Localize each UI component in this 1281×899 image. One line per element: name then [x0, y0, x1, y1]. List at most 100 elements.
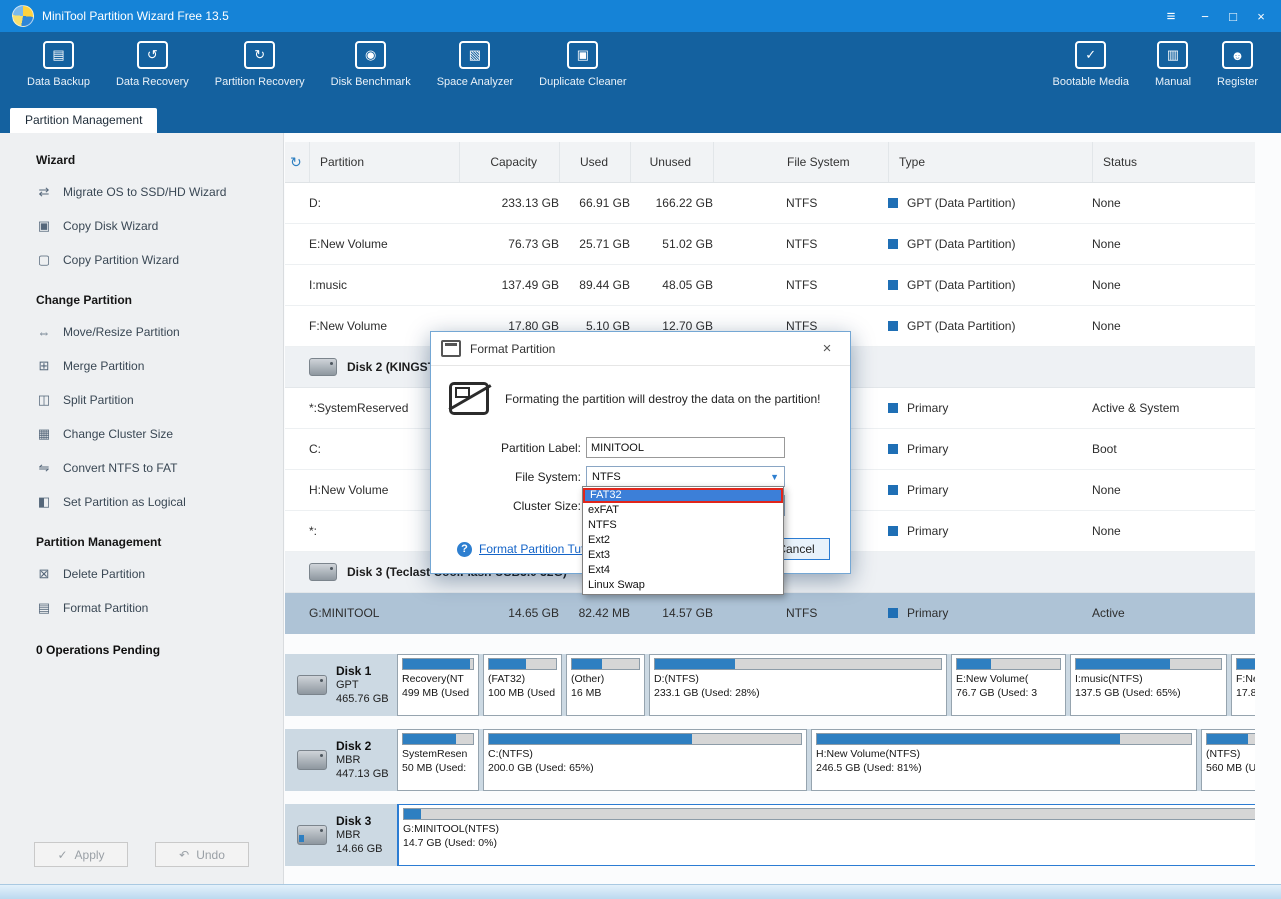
status-bar — [0, 884, 1281, 899]
usage-bar — [654, 658, 942, 670]
sidebar-item-copy-disk-wizard[interactable]: ▣ Copy Disk Wizard — [0, 209, 283, 243]
cluster-size-icon: ▦ — [37, 426, 51, 441]
toolbar-item-data-backup[interactable]: ▤ Data Backup — [14, 37, 103, 88]
partition-label-input[interactable] — [586, 437, 785, 458]
column-header-unused[interactable]: Unused — [630, 142, 713, 182]
diskmap-partition[interactable]: F:New Volum17.8 GB (Use — [1231, 654, 1255, 716]
toolbar-item-bootable-media[interactable]: ✓ Bootable Media — [1040, 37, 1142, 88]
maximize-button[interactable]: □ — [1219, 0, 1247, 32]
disk-strip-disk-1: Disk 1 GPT 465.76 GB Recovery(NT 499 MB (Use… — [285, 654, 1255, 716]
dropdown-option-ntfs[interactable]: NTFS — [583, 518, 783, 533]
partition-size: 137.5 GB (Used: 65%) — [1075, 686, 1181, 699]
partition-name: Recovery(NT — [402, 673, 464, 685]
diskmap-partition[interactable]: I:music(NTFS) 137.5 GB (Used: 65%) — [1070, 654, 1227, 716]
partition-name: E:New Volume( — [956, 673, 1029, 685]
column-header-file-system[interactable]: File System — [713, 142, 888, 182]
toolbar-item-duplicate-cleaner[interactable]: ▣ Duplicate Cleaner — [526, 37, 639, 88]
column-header-partition[interactable]: Partition — [309, 142, 459, 182]
column-header-used[interactable]: Used — [559, 142, 630, 182]
diskmap-partition[interactable]: (NTFS)560 MB (Use — [1201, 729, 1255, 791]
usage-bar-fill — [957, 659, 991, 669]
toolbar-item-manual[interactable]: ▥ Manual — [1142, 37, 1204, 88]
warning-text: Formating the partition will destroy the… — [505, 391, 821, 406]
usage-bar — [1206, 733, 1255, 745]
diskmap-partition[interactable]: (Other) 16 MB — [566, 654, 645, 716]
dropdown-option-ext2[interactable]: Ext2 — [583, 533, 783, 548]
cell-unused: 48.05 GB — [662, 278, 713, 292]
partition-name: SystemResen — [402, 748, 468, 760]
tab-partition-management[interactable]: Partition Management — [10, 108, 158, 133]
warning-row: Formating the partition will destroy the… — [441, 378, 840, 429]
sidebar-item-change-cluster-size[interactable]: ▦ Change Cluster Size — [0, 417, 283, 451]
toolbar-item-label: Space Analyzer — [436, 76, 514, 88]
toolbar-item-data-recovery[interactable]: ↺ Data Recovery — [103, 37, 202, 88]
dropdown-option-linux-swap[interactable]: Linux Swap — [583, 578, 783, 593]
apply-button[interactable]: ✓ Apply — [34, 842, 128, 867]
hamburger-menu-icon[interactable]: ≡ — [1157, 0, 1185, 32]
usage-bar-fill — [655, 659, 736, 669]
dropdown-option-exfat[interactable]: exFAT — [583, 503, 783, 518]
diskmap-partition[interactable]: H:New Volume(NTFS) 246.5 GB (Used: 81%) — [811, 729, 1197, 791]
diskmap-partition[interactable]: C:(NTFS) 200.0 GB (Used: 65%) — [483, 729, 807, 791]
sidebar-heading: Partition Management — [36, 535, 162, 549]
partition-row[interactable]: I:music 137.49 GB 89.44 GB 48.05 GB NTFS GPT … — [285, 265, 1255, 306]
refresh-icon[interactable]: ↻ — [290, 142, 302, 182]
sidebar-heading: Change Partition — [36, 293, 133, 307]
help-icon[interactable]: ? — [457, 541, 472, 557]
dropdown-option-ext4[interactable]: Ext4 — [583, 563, 783, 578]
copy-partition-icon: ▢ — [37, 252, 51, 267]
close-button[interactable]: × — [1247, 0, 1275, 32]
column-header-capacity[interactable]: Capacity — [459, 142, 559, 182]
type-label: Primary — [907, 524, 949, 538]
toolbar-item-label: Partition Recovery — [214, 76, 305, 88]
cell-type: GPT (Data Partition) — [888, 319, 1092, 333]
diskmap-partition[interactable]: D:(NTFS) 233.1 GB (Used: 28%) — [649, 654, 947, 716]
cell-unused: 166.22 GB — [655, 196, 713, 210]
usage-bar-fill — [403, 734, 456, 744]
sidebar-item-split-partition[interactable]: ◫ Split Partition — [0, 383, 283, 417]
window-title: MiniTool Partition Wizard Free 13.5 — [42, 9, 229, 23]
diskmap-partition[interactable]: Recovery(NT 499 MB (Used — [397, 654, 479, 716]
sidebar-item-copy-partition-wizard[interactable]: ▢ Copy Partition Wizard — [0, 243, 283, 277]
toolbar-item-space-analyzer[interactable]: ▧ Space Analyzer — [424, 37, 526, 88]
column-header-status[interactable]: Status — [1092, 142, 1255, 182]
diskmap-partition[interactable]: E:New Volume(76.7 GB (Used: 3 — [951, 654, 1066, 716]
diskmap-partition[interactable]: (FAT32) 100 MB (Used — [483, 654, 562, 716]
minimize-button[interactable]: − — [1191, 0, 1219, 32]
diskmap-partition[interactable]: G:MINITOOL(NTFS) 14.7 GB (Used: 0%) — [397, 804, 1255, 866]
disk-meta: Disk 1 GPT 465.76 GB — [336, 664, 389, 707]
undo-button[interactable]: ↶ Undo — [155, 842, 249, 867]
disk-strip-disk-3: Disk 3 MBR 14.66 GB G:MINITOOL(NTFS) 14.7 GB… — [285, 804, 1255, 866]
partition-size: 17.8 GB (Use — [1236, 686, 1255, 699]
sidebar-item-format-partition[interactable]: ▤ Format Partition — [0, 591, 283, 625]
column-header-type[interactable]: Type — [888, 142, 1092, 182]
cell-status: Active & System — [1092, 401, 1180, 415]
sidebar-item-migrate-os-to-ssd-hd-wizard[interactable]: ⇄ Migrate OS to SSD/HD Wizard — [0, 175, 283, 209]
sidebar-item-move-resize-partition[interactable]: ⇔ Move/Resize Partition — [0, 315, 283, 349]
toolbar-item-register[interactable]: ☻ Register — [1204, 37, 1271, 88]
sidebar-item-merge-partition[interactable]: ⊞ Merge Partition — [0, 349, 283, 383]
file-system-row: File System: NTFS ▼ — [441, 466, 840, 487]
sidebar-item-delete-partition[interactable]: ⊠ Delete Partition — [0, 557, 283, 591]
toolbar-item-disk-benchmark[interactable]: ◉ Disk Benchmark — [318, 37, 424, 88]
sidebar-item-convert-ntfs-to-fat[interactable]: ⇋ Convert NTFS to FAT — [0, 451, 283, 485]
partition-name: G:MINITOOL(NTFS) — [403, 823, 500, 835]
partition-row[interactable]: G:MINITOOL 14.65 GB 82.42 MB 14.57 GB NTFS Pr… — [285, 593, 1255, 634]
sidebar-item-label: Copy Disk Wizard — [63, 219, 159, 233]
cell-used: 89.44 GB — [579, 278, 630, 292]
disk-map-label: Disk 1 GPT 465.76 GB — [297, 664, 397, 707]
file-system-select[interactable]: NTFS ▼ — [586, 466, 785, 487]
partition-row[interactable]: D: 233.13 GB 66.91 GB 166.22 GB NTFS GPT (Dat… — [285, 183, 1255, 224]
sidebar-item-set-partition-as-logical[interactable]: ◧ Set Partition as Logical — [0, 485, 283, 519]
cell-status: None — [1092, 483, 1121, 497]
dropdown-option-fat32[interactable]: FAT32 — [583, 488, 783, 503]
partition-row[interactable]: E:New Volume 76.73 GB 25.71 GB 51.02 GB NTFS… — [285, 224, 1255, 265]
cell-partition: D: — [309, 196, 321, 210]
cell-status: None — [1092, 237, 1121, 251]
dialog-close-icon[interactable]: × — [814, 340, 840, 357]
diskmap-partition[interactable]: SystemResen 50 MB (Used: — [397, 729, 479, 791]
toolbar-item-partition-recovery[interactable]: ↻ Partition Recovery — [202, 37, 318, 88]
dropdown-option-ext3[interactable]: Ext3 — [583, 548, 783, 563]
partition-size: 499 MB (Used — [402, 686, 470, 699]
partition-name: (FAT32) — [488, 673, 526, 685]
